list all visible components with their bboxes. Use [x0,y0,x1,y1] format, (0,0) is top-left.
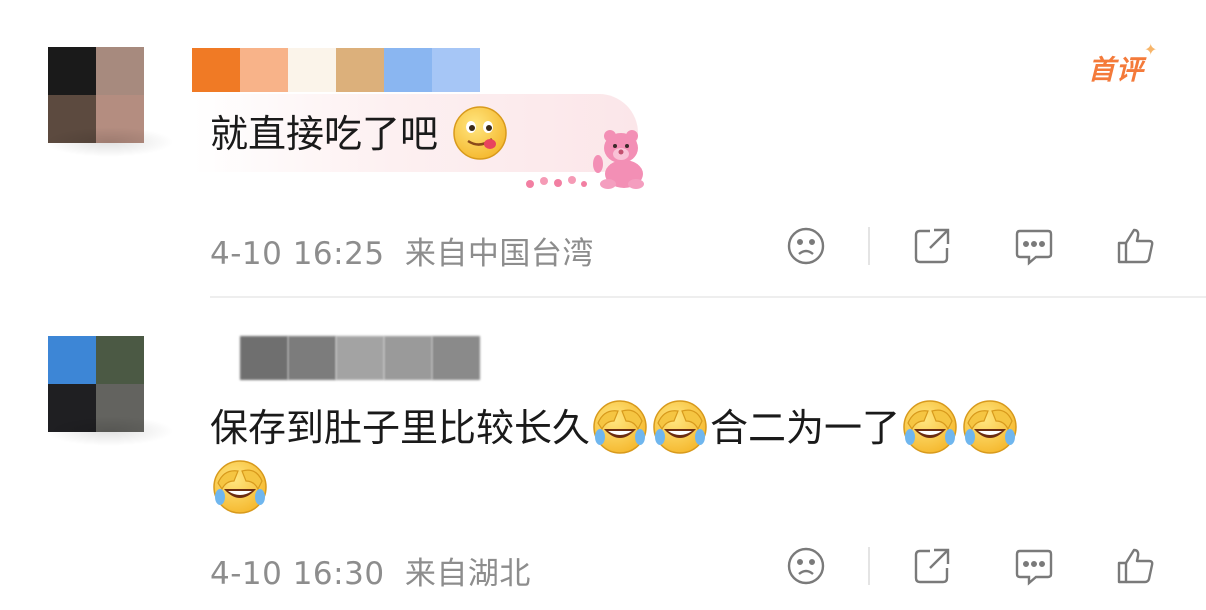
dislike-icon [787,547,825,585]
share-icon [914,548,950,584]
comment-button[interactable] [1012,224,1056,268]
comment-time: 4-10 16:25 [210,236,385,272]
comment-icon [1015,549,1053,586]
like-icon [1117,228,1154,264]
action-separator [868,227,870,265]
comment-location: 来自中国台湾 [404,236,594,272]
share-button[interactable] [910,544,954,588]
comment-icon [1015,229,1053,266]
laugh-cry-emoji-icon [903,399,957,454]
action-separator [868,547,870,585]
bear-sticker-icon [593,130,644,189]
username[interactable] [240,336,480,380]
username[interactable] [192,48,480,92]
share-icon [914,228,950,264]
laugh-cry-emoji-icon [593,399,647,454]
strawberry-decoration-icon [526,176,587,188]
comment-text: 就直接吃了吧 [210,104,510,165]
like-button[interactable] [1114,544,1158,588]
first-comment-badge: 首评 [1088,55,1144,86]
comment-actions [784,544,1158,588]
laugh-cry-emoji-icon [213,460,267,514]
yum-face-emoji-icon [453,105,507,160]
dislike-icon [787,227,825,265]
avatar[interactable] [44,47,174,157]
comment-meta: 4-10 16:30 来自湖北 [210,548,531,593]
comment-meta: 4-10 16:25 来自中国台湾 [210,228,594,273]
laugh-cry-emoji-icon [963,399,1017,454]
comment-text: 保存到肚子里比较长久 合二为一了 [210,398,1170,519]
like-button[interactable] [1114,224,1158,268]
comment-button[interactable] [1012,544,1056,588]
laugh-cry-emoji-icon [653,399,707,454]
avatar[interactable] [44,336,174,446]
comment-location: 来自湖北 [404,556,531,592]
share-button[interactable] [910,224,954,268]
comment-time: 4-10 16:30 [210,556,385,592]
dislike-button[interactable] [784,224,828,268]
comment-divider [210,296,1206,298]
dislike-button[interactable] [784,544,828,588]
like-icon [1117,548,1154,584]
sparkle-icon: ✦ [1144,40,1158,59]
comment-actions [784,224,1158,268]
